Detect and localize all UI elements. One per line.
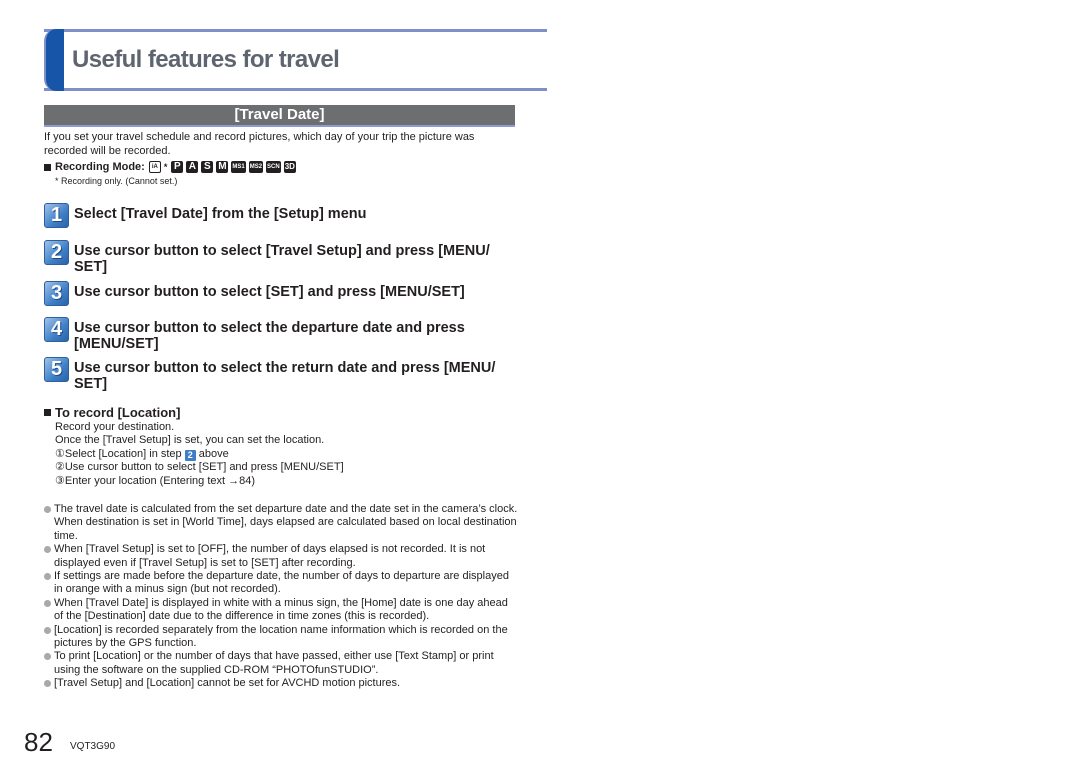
location-substep-1: ①Select [Location] in step 2 above: [55, 448, 519, 461]
location-section: To record [Location] Record your destina…: [44, 405, 519, 488]
bullet-dot-icon: [44, 680, 51, 688]
step-4: 4 Use cursor button to select the depart…: [44, 317, 514, 352]
square-bullet-icon: [44, 409, 51, 416]
intelligent-auto-mode-icon: iA: [148, 161, 161, 173]
notes-list: The travel date is calculated from the s…: [44, 503, 519, 691]
aperture-priority-mode-icon: A: [186, 161, 199, 173]
location-substep-2: ②Use cursor button to select [SET] and p…: [55, 461, 344, 474]
substep-text: above: [198, 447, 229, 460]
asterisk-mark: *: [163, 162, 168, 172]
bullet-dot-icon: [44, 599, 51, 607]
step-number-2-icon: 2: [44, 240, 69, 265]
note-text: When [Travel Setup] is set to [OFF], the…: [54, 543, 486, 569]
note-item: To print [Location] or the number of day…: [44, 650, 519, 677]
step-text: Use cursor button to select [SET] and pr…: [74, 284, 465, 300]
step-text: Use cursor button to select [Travel Setu…: [74, 243, 490, 275]
page-title: Useful features for travel: [72, 46, 340, 73]
bullet-dot-icon: [44, 573, 51, 581]
step-1: 1 Select [Travel Date] from the [Setup] …: [44, 203, 514, 228]
page-number: 82: [24, 727, 53, 757]
location-line: Once the [Travel Setup] is set, you can …: [55, 434, 325, 447]
shutter-priority-mode-icon: S: [201, 161, 214, 173]
bullet-dot-icon: [44, 546, 51, 554]
location-heading: To record [Location]: [44, 405, 519, 420]
custom-2-mode-icon: MS2: [248, 161, 264, 173]
step-text: Select [Travel Date] from the [Setup] me…: [74, 206, 367, 222]
note-text: [Travel Setup] and [Location] cannot be …: [54, 677, 401, 690]
step-number-3-icon: 3: [44, 281, 69, 306]
step-text: Use cursor button to select the return d…: [74, 360, 496, 392]
recording-mode-note: * Recording only. (Cannot set.): [55, 176, 178, 186]
3d-mode-icon: 3D: [283, 161, 296, 173]
step-2: 2 Use cursor button to select [Travel Se…: [44, 240, 514, 275]
intro-paragraph: If you set your travel schedule and reco…: [44, 131, 475, 157]
note-text: To print [Location] or the number of day…: [54, 650, 494, 676]
note-item: If settings are made before the departur…: [44, 570, 519, 597]
step-number-1-icon: 1: [44, 203, 69, 228]
step-number-4-icon: 4: [44, 317, 69, 342]
square-bullet-icon: [44, 163, 51, 171]
step-3: 3 Use cursor button to select [SET] and …: [44, 281, 514, 306]
location-title: To record [Location]: [55, 405, 181, 420]
step-number-2-icon: 2: [184, 449, 196, 461]
header-accent-bar: [44, 29, 64, 91]
note-text: When [Travel Date] is displayed in white…: [54, 596, 508, 623]
document-code: VQT3G90: [70, 741, 116, 752]
location-body: Record your destination. Once the [Trave…: [44, 421, 519, 488]
recording-mode-row: Recording Mode: iA * P A S M MS1 MS2 SCN…: [44, 161, 296, 173]
manual-mode-icon: M: [216, 161, 229, 173]
note-text: If settings are made before the departur…: [54, 570, 509, 596]
program-mode-icon: P: [171, 161, 184, 173]
note-item: When [Travel Date] is displayed in white…: [44, 597, 519, 624]
location-line: Record your destination.: [55, 421, 175, 433]
note-item: When [Travel Setup] is set to [OFF], the…: [44, 543, 519, 570]
note-item: [Travel Setup] and [Location] cannot be …: [44, 677, 519, 690]
section-title-bar: [Travel Date]: [44, 105, 515, 127]
bullet-dot-icon: [44, 626, 51, 634]
step-5: 5 Use cursor button to select the return…: [44, 357, 514, 392]
substep-text: ①Select [Location] in step: [55, 447, 182, 460]
recording-mode-icons: iA * P A S M MS1 MS2 SCN 3D: [148, 161, 296, 173]
note-text: [Location] is recorded separately from t…: [54, 623, 508, 650]
note-item: [Location] is recorded separately from t…: [44, 624, 519, 651]
scene-mode-icon: SCN: [266, 161, 281, 173]
location-substep-3: ③Enter your location (Entering text →84): [55, 474, 256, 487]
recording-mode-label: Recording Mode:: [55, 161, 145, 173]
custom-1-mode-icon: MS1: [231, 161, 246, 173]
step-text: Use cursor button to select the departur…: [74, 320, 465, 352]
bullet-dot-icon: [44, 653, 51, 661]
bullet-dot-icon: [44, 506, 51, 513]
step-number-5-icon: 5: [44, 357, 69, 382]
page-header: Useful features for travel: [44, 29, 547, 91]
note-text: The travel date is calculated from the s…: [54, 503, 518, 542]
note-item: The travel date is calculated from the s…: [44, 503, 519, 543]
